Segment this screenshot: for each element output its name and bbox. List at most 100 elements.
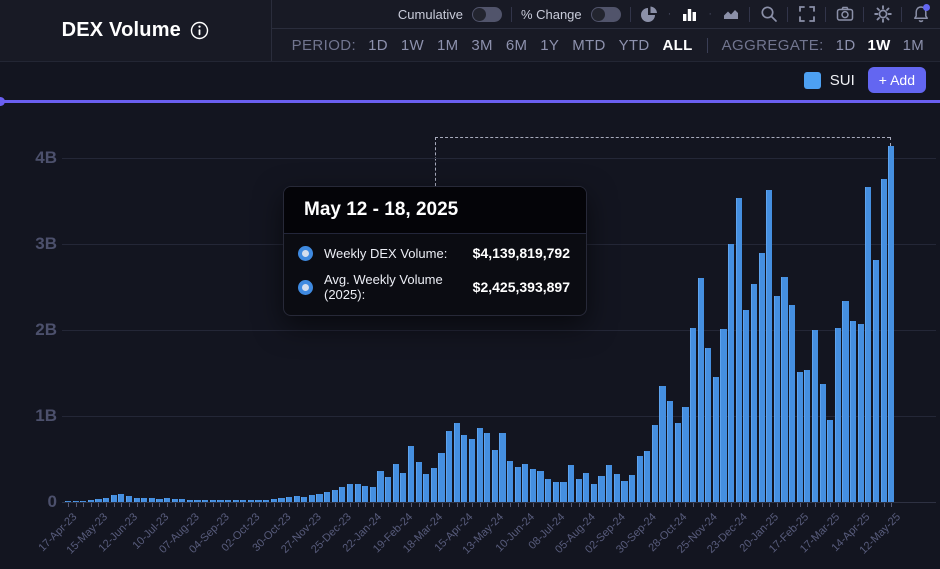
- fullscreen-icon[interactable]: [797, 5, 816, 24]
- volume-bar-week-30[interactable]: [294, 496, 300, 502]
- volume-bar-week-60[interactable]: [522, 464, 528, 502]
- period-1w[interactable]: 1W: [401, 37, 424, 54]
- volume-bar-week-62[interactable]: [537, 471, 543, 502]
- volume-bar-week-106[interactable]: [873, 260, 879, 502]
- volume-bar-week-28[interactable]: [278, 498, 284, 502]
- volume-bar-week-47[interactable]: [423, 474, 429, 502]
- volume-bar-week-22[interactable]: [233, 500, 239, 502]
- legend-item-sui[interactable]: SUI: [804, 72, 855, 89]
- period-1d[interactable]: 1D: [368, 37, 388, 54]
- volume-bar-week-105[interactable]: [865, 187, 871, 502]
- volume-bar-week-19[interactable]: [210, 500, 216, 502]
- volume-bar-week-70[interactable]: [598, 476, 604, 502]
- volume-bar-week-94[interactable]: [781, 277, 787, 502]
- volume-bar-week-18[interactable]: [202, 500, 208, 502]
- volume-bar-week-66[interactable]: [568, 465, 574, 502]
- volume-bar-week-38[interactable]: [355, 484, 361, 502]
- area-chart-icon[interactable]: [721, 5, 740, 24]
- volume-bar-week-54[interactable]: [477, 428, 483, 502]
- volume-bar-week-35[interactable]: [332, 490, 338, 502]
- volume-bar-week-20[interactable]: [217, 500, 223, 502]
- volume-bar-week-81[interactable]: [682, 407, 688, 502]
- volume-bar-week-24[interactable]: [248, 500, 254, 502]
- volume-bar-week-86[interactable]: [720, 329, 726, 502]
- volume-bar-week-75[interactable]: [637, 456, 643, 502]
- volume-bar-week-42[interactable]: [385, 477, 391, 502]
- volume-bar-week-29[interactable]: [286, 497, 292, 502]
- volume-bar-week-85[interactable]: [713, 377, 719, 502]
- volume-bar-week-31[interactable]: [301, 497, 307, 502]
- volume-bar-week-3[interactable]: [88, 500, 94, 502]
- volume-bar-week-5[interactable]: [103, 498, 109, 502]
- volume-bar-week-102[interactable]: [842, 301, 848, 502]
- search-icon[interactable]: [759, 5, 778, 24]
- volume-bar-week-13[interactable]: [164, 498, 170, 502]
- volume-bar-week-64[interactable]: [553, 482, 559, 502]
- volume-bar-week-7[interactable]: [118, 494, 124, 502]
- bar-chart-icon[interactable]: [680, 5, 699, 24]
- volume-bar-week-84[interactable]: [705, 348, 711, 502]
- volume-bar-week-63[interactable]: [545, 479, 551, 502]
- volume-bar-week-78[interactable]: [659, 386, 665, 502]
- volume-bar-week-51[interactable]: [454, 423, 460, 502]
- volume-bar-week-72[interactable]: [614, 474, 620, 502]
- volume-bar-week-41[interactable]: [377, 471, 383, 502]
- volume-bar-week-26[interactable]: [263, 500, 269, 502]
- volume-bar-week-107[interactable]: [881, 179, 887, 502]
- volume-bar-week-6[interactable]: [111, 495, 117, 502]
- volume-bar-week-91[interactable]: [759, 253, 765, 502]
- volume-bar-week-95[interactable]: [789, 305, 795, 502]
- period-mtd[interactable]: MTD: [572, 37, 605, 54]
- volume-bar-week-21[interactable]: [225, 500, 231, 502]
- volume-bar-week-59[interactable]: [515, 467, 521, 502]
- volume-bar-week-33[interactable]: [316, 494, 322, 502]
- volume-bar-week-10[interactable]: [141, 498, 147, 502]
- volume-bar-week-49[interactable]: [438, 453, 444, 502]
- info-icon[interactable]: [190, 21, 209, 40]
- volume-bar-week-79[interactable]: [667, 401, 673, 502]
- volume-bar-week-77[interactable]: [652, 425, 658, 502]
- volume-bar-week-14[interactable]: [172, 499, 178, 502]
- volume-bar-week-40[interactable]: [370, 487, 376, 502]
- volume-bar-week-76[interactable]: [644, 451, 650, 502]
- volume-bar-week-56[interactable]: [492, 450, 498, 502]
- volume-bar-week-98[interactable]: [812, 330, 818, 502]
- volume-bar-week-103[interactable]: [850, 321, 856, 502]
- volume-bar-week-4[interactable]: [95, 499, 101, 502]
- volume-bar-week-101[interactable]: [835, 328, 841, 502]
- volume-bar-week-82[interactable]: [690, 328, 696, 502]
- volume-bar-week-12[interactable]: [156, 499, 162, 502]
- volume-bar-week-80[interactable]: [675, 423, 681, 502]
- volume-bar-week-71[interactable]: [606, 465, 612, 502]
- volume-bar-week-93[interactable]: [774, 296, 780, 502]
- pie-chart-icon[interactable]: [640, 5, 659, 24]
- aggregate-1d[interactable]: 1D: [836, 37, 856, 54]
- volume-bar-week-8[interactable]: [126, 496, 132, 502]
- volume-bar-week-11[interactable]: [149, 498, 155, 502]
- volume-bar-week-52[interactable]: [461, 435, 467, 502]
- volume-bar-week-50[interactable]: [446, 431, 452, 502]
- volume-bar-week-74[interactable]: [629, 475, 635, 502]
- volume-bar-week-48[interactable]: [431, 468, 437, 502]
- volume-bar-week-37[interactable]: [347, 484, 353, 502]
- volume-bar-week-68[interactable]: [583, 473, 589, 502]
- volume-bar-week-73[interactable]: [621, 481, 627, 502]
- volume-bar-week-32[interactable]: [309, 495, 315, 502]
- add-series-button[interactable]: + Add: [868, 67, 926, 93]
- volume-bar-week-99[interactable]: [820, 384, 826, 502]
- volume-bar-week-9[interactable]: [134, 498, 140, 502]
- volume-bar-week-43[interactable]: [393, 464, 399, 502]
- volume-bar-week-45[interactable]: [408, 446, 414, 502]
- volume-bar-week-108-highlighted[interactable]: [888, 146, 894, 502]
- volume-bar-week-55[interactable]: [484, 433, 490, 502]
- volume-bar-week-58[interactable]: [507, 461, 513, 502]
- period-1y[interactable]: 1Y: [540, 37, 559, 54]
- volume-bar-week-69[interactable]: [591, 484, 597, 502]
- volume-bar-week-61[interactable]: [530, 469, 536, 502]
- volume-bar-week-89[interactable]: [743, 310, 749, 502]
- volume-bar-week-39[interactable]: [362, 486, 368, 502]
- volume-bar-week-27[interactable]: [271, 499, 277, 502]
- settings-gear-icon[interactable]: [873, 5, 892, 24]
- period-6m[interactable]: 6M: [506, 37, 527, 54]
- volume-bar-week-1[interactable]: [73, 501, 79, 502]
